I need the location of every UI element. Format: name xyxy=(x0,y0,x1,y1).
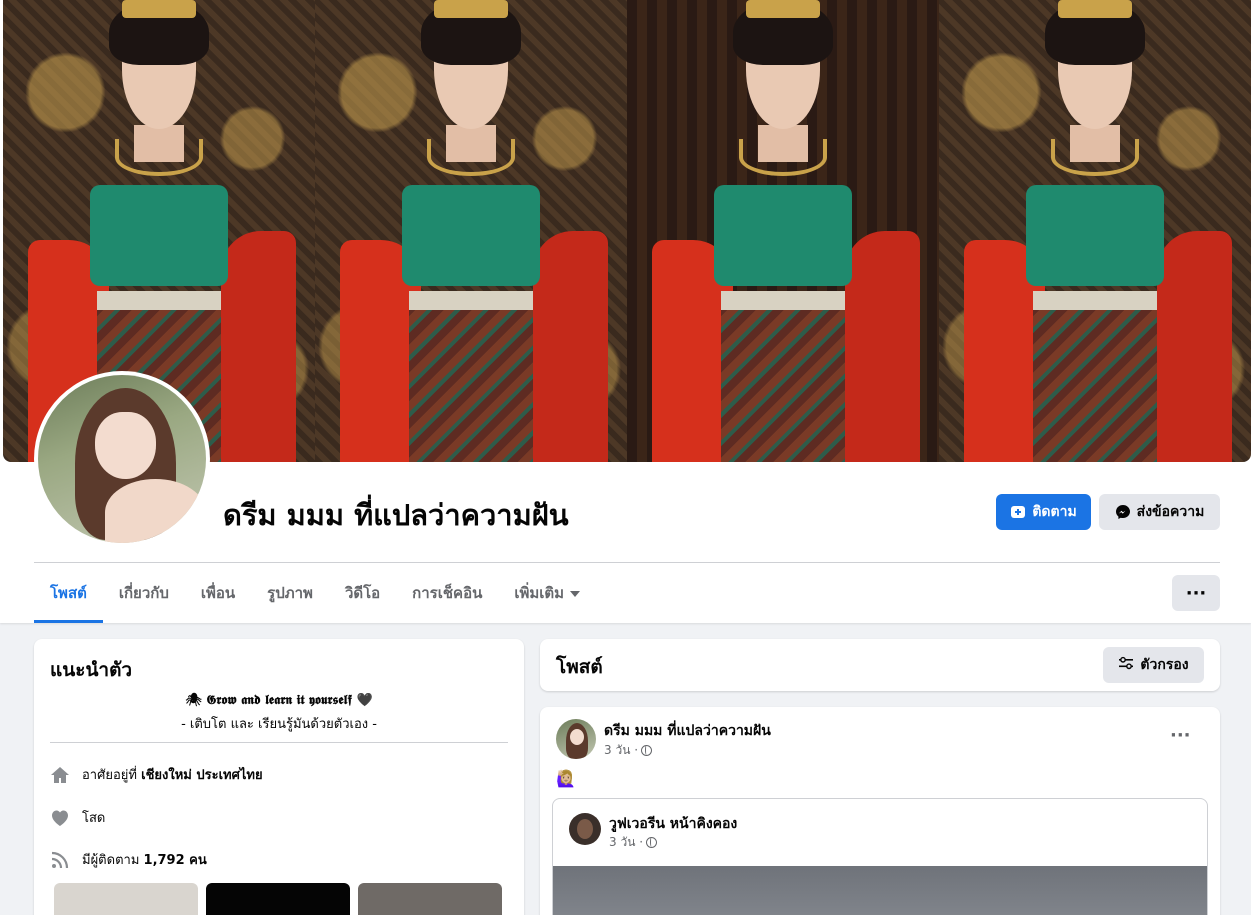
posts-header-card: โพสต์ ตัวกรอง xyxy=(540,639,1220,691)
shared-post[interactable]: วูฟเวอรีน หน้าคิงคอง 3 วัน · xyxy=(552,798,1208,915)
follow-button[interactable]: ติดตาม xyxy=(996,494,1091,530)
intro-card: แนะนำตัว 🕷 𝕲𝖗𝖔𝖜 𝖆𝖓𝖉 𝖑𝖊𝖆𝖗𝖓 𝖎𝖙 𝖞𝖔𝖚𝖗𝖘𝖊𝖑𝖋 🖤 … xyxy=(34,639,524,915)
posts-title: โพสต์ xyxy=(556,656,603,678)
featured-thumb[interactable] xyxy=(358,883,502,915)
intro-divider xyxy=(50,742,508,743)
featured-thumb[interactable] xyxy=(206,883,350,915)
cover-photo-panel xyxy=(315,0,627,462)
post-author-avatar[interactable] xyxy=(556,719,596,759)
filter-button[interactable]: ตัวกรอง xyxy=(1103,647,1204,683)
post-text: 🙋🏼‍♀️ xyxy=(556,769,576,788)
post-author-name[interactable]: ดรีม มมม ที่แปลว่าความฝัน xyxy=(604,720,771,742)
intro-title: แนะนำตัว xyxy=(50,659,133,681)
relationship-status: โสด xyxy=(82,811,106,826)
lives-in-place[interactable]: เชียงใหม่ ประเทศไทย xyxy=(141,768,262,783)
filter-label: ตัวกรอง xyxy=(1140,657,1189,673)
post-meta: 3 วัน · xyxy=(604,741,653,760)
filter-sliders-icon xyxy=(1118,655,1134,675)
profile-tabs: โพสต์ เกี่ยวกับ เพื่อน รูปภาพ วิดีโอ การ… xyxy=(34,563,596,623)
follow-label: ติดตาม xyxy=(1032,503,1077,519)
tab-checkins[interactable]: การเช็คอิน xyxy=(396,563,498,623)
add-person-icon xyxy=(1010,504,1026,520)
message-label: ส่งข้อความ xyxy=(1136,503,1205,519)
tab-posts[interactable]: โพสต์ xyxy=(34,563,103,623)
featured-thumbnails xyxy=(54,883,502,915)
shared-time[interactable]: 3 วัน · xyxy=(609,833,643,852)
messenger-icon xyxy=(1115,504,1131,520)
profile-header: ดรีม มมม ที่แปลว่าความฝัน ติดตาม ส่งข้อค… xyxy=(0,0,1251,623)
profile-avatar[interactable] xyxy=(34,371,210,547)
bio-line-2: - เติบโต และ เรียนรู้มันด้วยตัวเอง - xyxy=(181,717,377,732)
chevron-down-icon xyxy=(570,591,581,597)
post-time[interactable]: 3 วัน · xyxy=(604,741,638,760)
globe-icon xyxy=(646,837,658,848)
relationship-row: โสด xyxy=(50,807,105,828)
shared-meta: 3 วัน · xyxy=(609,833,658,852)
cover-photo-panel xyxy=(627,0,939,462)
cover-photo-panel xyxy=(939,0,1251,462)
shared-author-name[interactable]: วูฟเวอรีน หน้าคิงคอง xyxy=(609,813,737,835)
heart-icon xyxy=(50,808,70,828)
lives-in-row: อาศัยอยู่ที่ เชียงใหม่ ประเทศไทย xyxy=(50,764,263,785)
followers-count[interactable]: 1,792 คน xyxy=(144,853,207,868)
bio-line-1: 🕷 𝕲𝖗𝖔𝖜 𝖆𝖓𝖉 𝖑𝖊𝖆𝖗𝖓 𝖎𝖙 𝖞𝖔𝖚𝖗𝖘𝖊𝖑𝖋 🖤 xyxy=(185,693,373,708)
message-button[interactable]: ส่งข้อความ xyxy=(1099,494,1220,530)
shared-media[interactable] xyxy=(553,866,1207,915)
tab-videos[interactable]: วิดีโอ xyxy=(329,563,396,623)
followers-rss-icon xyxy=(50,850,70,870)
shared-author-avatar[interactable] xyxy=(569,813,601,845)
profile-more-button[interactable]: ··· xyxy=(1172,575,1220,611)
post-card: ดรีม มมม ที่แปลว่าความฝัน 3 วัน · ··· 🙋🏼… xyxy=(540,707,1220,915)
followers-row: มีผู้ติดตาม 1,792 คน xyxy=(50,849,207,870)
home-icon xyxy=(50,765,70,785)
tab-more[interactable]: เพิ่มเติม xyxy=(498,563,596,623)
tab-about[interactable]: เกี่ยวกับ xyxy=(103,563,185,623)
profile-name: ดรีม มมม ที่แปลว่าความฝัน xyxy=(223,498,569,532)
tab-friends[interactable]: เพื่อน xyxy=(185,563,251,623)
post-options-button[interactable]: ··· xyxy=(1170,725,1191,746)
cover-photo[interactable] xyxy=(3,0,1251,462)
globe-icon xyxy=(641,745,653,756)
tab-photos[interactable]: รูปภาพ xyxy=(251,563,329,623)
featured-thumb[interactable] xyxy=(54,883,198,915)
